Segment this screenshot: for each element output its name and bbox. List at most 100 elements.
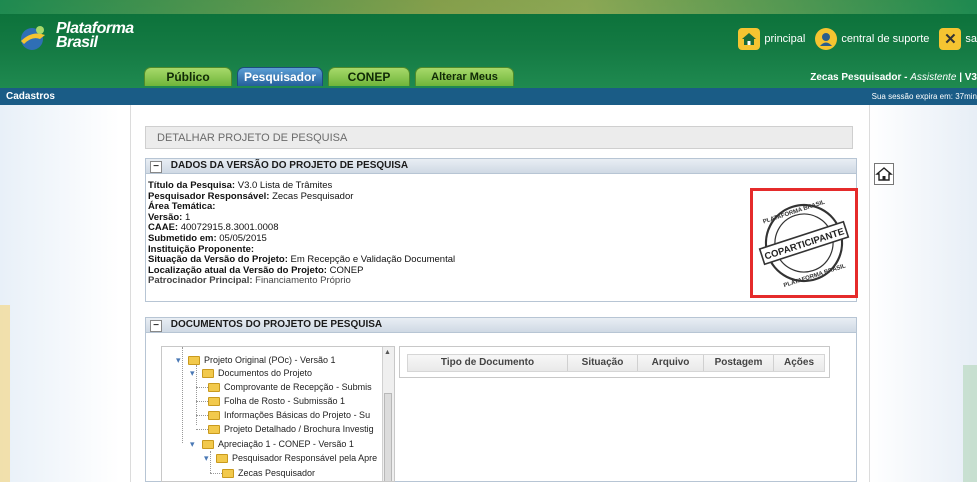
main-content: DETALHAR PROJETO DE PESQUISA − DADOS DA … <box>130 105 894 482</box>
expand-toggle-icon[interactable]: ▾ <box>176 356 184 365</box>
field-situacao: Em Recepção e Validação Documental <box>290 254 456 266</box>
user-info: Zecas Pesquisador - Assistente | V3 <box>810 72 977 83</box>
field-titulo: V3.0 Lista de Trâmites <box>237 180 333 191</box>
tree-node-informacoes-basicas[interactable]: Informações Básicas do Projeto - Su <box>208 410 370 420</box>
right-background <box>867 105 977 482</box>
tree-node-apreciacao[interactable]: ▾ Apreciação 1 - CONEP - Versão 1 <box>190 439 354 449</box>
col-situacao[interactable]: Situação <box>568 355 638 371</box>
tree-node-documentos[interactable]: ▾ Documentos do Projeto <box>190 368 312 378</box>
col-arquivo[interactable]: Arquivo <box>638 355 704 371</box>
logo-text: Plataforma Brasil <box>56 21 134 51</box>
link-central-de-suporte[interactable]: central de suporte <box>841 33 929 45</box>
tab-conep[interactable]: CONEP <box>328 67 410 86</box>
tree-node-label: Zecas Pesquisador <box>238 468 316 478</box>
user-name: Zecas Pesquisador <box>810 72 902 83</box>
expand-toggle-icon[interactable]: ▾ <box>190 440 198 449</box>
logo-mark-icon <box>21 26 45 50</box>
version-info: Título da Pesquisa: V3.0 Lista de Trâmit… <box>148 180 456 287</box>
stamp-ring-top: PLATAFORMA BRASIL <box>762 200 826 226</box>
tree-node-projeto-detalhado[interactable]: Projeto Detalhado / Brochura Investig <box>208 424 374 434</box>
field-label: Área Temática: <box>148 201 216 213</box>
collapse-icon[interactable]: − <box>150 320 162 332</box>
tab-publico[interactable]: Público <box>144 67 232 86</box>
folder-icon <box>208 424 220 434</box>
nav-bar: Cadastros Sua sessão expira em: 37min <box>0 88 977 105</box>
tree-node-label: Apreciação 1 - CONEP - Versão 1 <box>218 439 354 449</box>
field-label: Situação da Versão do Projeto: <box>148 254 288 266</box>
tree-node-folha-de-rosto[interactable]: Folha de Rosto - Submissão 1 <box>208 396 345 406</box>
docs-panel-title: DOCUMENTOS DO PROJETO DE PESQUISA <box>170 319 383 330</box>
folder-icon <box>208 410 220 420</box>
scroll-up-icon[interactable]: ▲ <box>384 349 391 356</box>
page-title: DETALHAR PROJETO DE PESQUISA <box>145 126 853 149</box>
panel-home-button[interactable] <box>874 163 894 185</box>
folder-icon <box>202 368 214 378</box>
tree-node-projeto-original[interactable]: ▾ Projeto Original (POc) - Versão 1 <box>176 355 336 365</box>
folder-icon <box>188 355 200 365</box>
folder-icon <box>208 396 220 406</box>
tree-node-pesquisador-responsavel[interactable]: ▾ Pesquisador Responsável pela Apre <box>204 453 377 463</box>
tree-node-label: Pesquisador Responsável pela Apre <box>232 453 378 463</box>
home-icon[interactable] <box>738 28 761 50</box>
field-label: Instituição Proponente: <box>148 243 255 255</box>
tree-scrollbar[interactable]: ▲ <box>382 347 394 481</box>
expand-toggle-icon[interactable]: ▾ <box>190 369 198 378</box>
field-submetido: 05/05/2015 <box>219 232 267 244</box>
main-tabs: Público Pesquisador CONEP Alterar Meus D… <box>144 67 514 101</box>
link-sair[interactable]: sa <box>965 33 977 45</box>
field-pesquisador: Zecas Pesquisador <box>272 190 354 202</box>
folder-icon <box>222 468 234 478</box>
col-tipo-de-documento[interactable]: Tipo de Documento <box>408 355 568 371</box>
tree-node-comprovante[interactable]: Comprovante de Recepção - Submis <box>208 382 372 392</box>
documents-table-header: Tipo de Documento Situação Arquivo Posta… <box>407 354 825 372</box>
stamp-highlight-box: COPARTICIPANTE PLATAFORMA BRASIL PLATAFO… <box>750 188 858 298</box>
tree-node-label: Informações Básicas do Projeto - Su <box>224 410 371 420</box>
stamp-ring-bottom: PLATAFORMA BRASIL <box>783 263 847 289</box>
support-icon[interactable] <box>815 28 838 50</box>
field-patrocinador: Financiamento Próprio <box>255 275 351 287</box>
folder-icon <box>202 439 214 449</box>
nav-cadastros[interactable]: Cadastros <box>6 88 55 105</box>
field-label: Submetido em: <box>148 232 217 244</box>
version-panel-title: DADOS DA VERSÃO DO PROJETO DE PESQUISA <box>170 160 409 171</box>
user-role: Assistente <box>910 72 957 83</box>
tree-node-label: Projeto Original (POc) - Versão 1 <box>204 355 336 365</box>
expand-toggle-icon[interactable]: ▾ <box>204 454 212 463</box>
close-icon[interactable]: ✕ <box>939 28 962 50</box>
tree-node-label: Folha de Rosto - Submissão 1 <box>224 396 346 406</box>
version-panel-header[interactable]: − DADOS DA VERSÃO DO PROJETO DE PESQUISA <box>145 158 857 174</box>
field-caae: 40072915.8.3001.0008 <box>180 222 279 234</box>
scrollbar-thumb[interactable] <box>384 393 392 481</box>
col-postagem[interactable]: Postagem <box>704 355 774 371</box>
tree-node-label: Projeto Detalhado / Brochura Investig <box>224 424 374 434</box>
tree-node-zecas[interactable]: Zecas Pesquisador <box>222 468 315 478</box>
user-version: V3 <box>964 72 977 83</box>
folder-icon <box>216 453 228 463</box>
field-versao: 1 <box>184 211 191 223</box>
field-localizacao: CONEP <box>329 264 364 276</box>
tree-node-label: Comprovante de Recepção - Submis <box>224 382 372 392</box>
field-label: Pesquisador Responsável: <box>148 190 270 202</box>
session-timer: Sua sessão expira em: 37min <box>871 92 977 101</box>
plataforma-brasil-logo[interactable]: Plataforma Brasil <box>18 20 148 56</box>
col-acoes[interactable]: Ações <box>774 355 824 371</box>
left-background <box>0 105 120 482</box>
tree-node-label: Documentos do Projeto <box>218 368 313 378</box>
field-label: Título da Pesquisa: <box>148 180 236 191</box>
field-label: Localização atual da Versão do Projeto: <box>148 264 327 276</box>
app-header: Plataforma Brasil principal central de s… <box>0 0 977 101</box>
field-label: Patrocinador Principal: <box>148 275 253 287</box>
coparticipante-stamp: COPARTICIPANTE PLATAFORMA BRASIL PLATAFO… <box>758 200 850 289</box>
docs-panel-header[interactable]: − DOCUMENTOS DO PROJETO DE PESQUISA <box>145 317 857 333</box>
document-tree[interactable]: ▾ Projeto Original (POc) - Versão 1 ▾ Do… <box>161 346 395 482</box>
link-principal[interactable]: principal <box>764 33 805 45</box>
header-shine <box>0 0 977 14</box>
top-links: principal central de suporte ✕ sa <box>738 28 977 50</box>
logo-line2: Brasil <box>56 34 98 51</box>
folder-icon <box>208 382 220 392</box>
field-label: Versão: <box>148 211 183 223</box>
tab-alterar-meus-dados[interactable]: Alterar Meus Dados <box>415 67 514 101</box>
tab-pesquisador[interactable]: Pesquisador <box>237 67 323 86</box>
collapse-icon[interactable]: − <box>150 161 162 173</box>
field-label: CAAE: <box>148 222 179 234</box>
